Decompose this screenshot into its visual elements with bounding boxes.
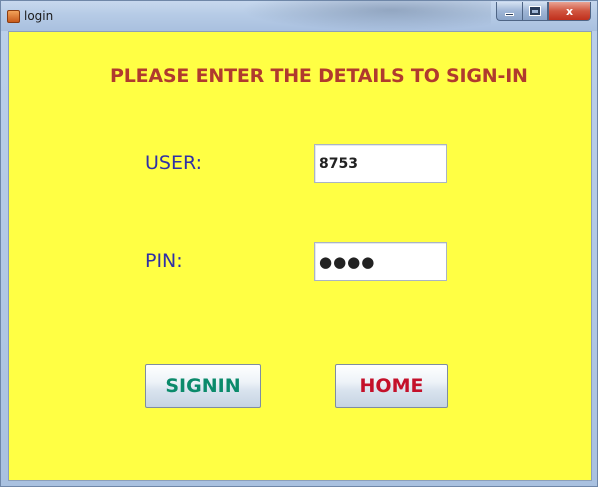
java-app-icon <box>7 10 20 23</box>
close-button[interactable]: x <box>548 2 591 21</box>
minimize-button[interactable] <box>496 2 522 21</box>
user-label: USER: <box>145 152 202 174</box>
login-window: login x PLEASE ENTER THE DETAILS TO SIGN… <box>0 0 598 487</box>
signin-button[interactable]: SIGNIN <box>145 364 261 408</box>
pin-label: PIN: <box>145 250 183 272</box>
window-title: login <box>24 9 54 23</box>
minimize-icon <box>505 12 514 16</box>
maximize-icon <box>529 6 541 16</box>
page-title: PLEASE ENTER THE DETAILS TO SIGN-IN <box>110 65 528 87</box>
pin-input-masked-value: ●●●● <box>319 252 376 271</box>
home-button[interactable]: HOME <box>335 364 448 408</box>
user-input-value: 8753 <box>319 155 358 172</box>
close-icon: x <box>565 4 574 18</box>
title-bar[interactable]: login x <box>1 1 597 31</box>
pin-password-input[interactable]: ●●●● <box>314 242 447 281</box>
caption-buttons: x <box>496 2 591 21</box>
user-input[interactable]: 8753 <box>314 144 447 183</box>
login-panel: PLEASE ENTER THE DETAILS TO SIGN-IN USER… <box>8 31 592 481</box>
maximize-button[interactable] <box>522 2 548 21</box>
